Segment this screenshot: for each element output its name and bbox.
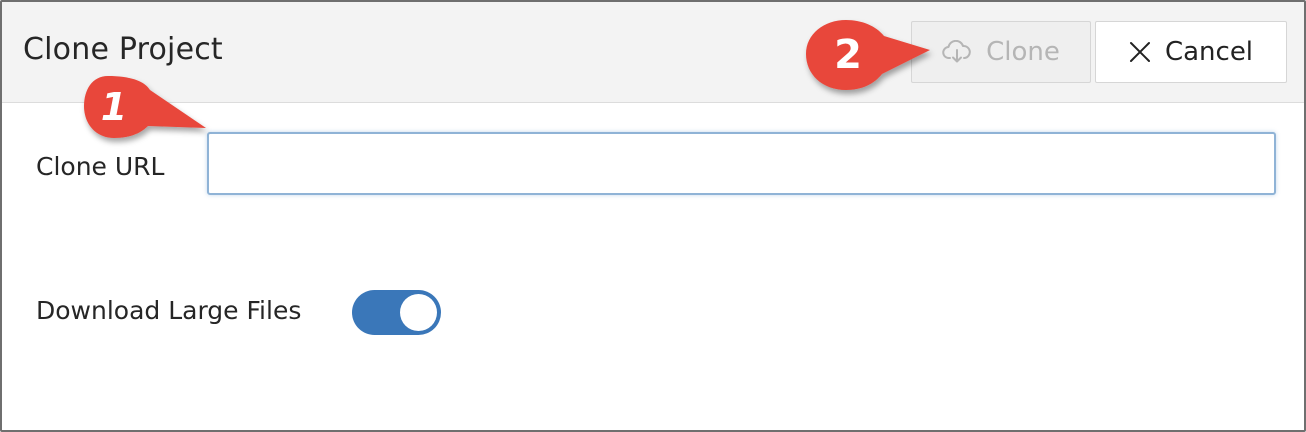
cloud-download-icon: [942, 40, 971, 63]
cancel-button-label: Cancel: [1164, 37, 1254, 67]
download-large-files-toggle[interactable]: [352, 290, 441, 335]
clone-button-label: Clone: [986, 37, 1060, 67]
cancel-button[interactable]: Cancel: [1095, 21, 1287, 83]
download-large-files-label: Download Large Files: [36, 296, 302, 325]
callout-badge-2: 2: [806, 20, 930, 90]
close-icon: [1129, 42, 1150, 62]
callout-badge-1: 1: [84, 76, 206, 138]
clone-project-dialog: Clone Project Clone Cancel Clone URL Dow…: [0, 0, 1306, 432]
dialog-title: Clone Project: [23, 32, 223, 67]
callout-number-1: 1: [101, 85, 127, 129]
clone-url-input[interactable]: [207, 132, 1276, 195]
clone-url-label: Clone URL: [36, 152, 165, 181]
toggle-knob: [400, 294, 437, 331]
callout-number-2: 2: [834, 32, 862, 78]
